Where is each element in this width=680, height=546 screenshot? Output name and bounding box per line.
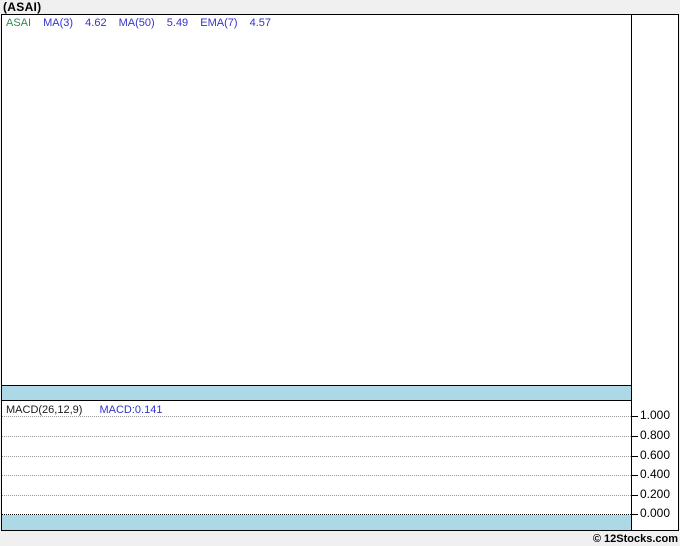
- gridline-0.400: [2, 475, 631, 476]
- ema7-value: 4.57: [249, 17, 272, 29]
- y-axis-label: 0.000: [640, 506, 671, 520]
- ma3-label: MA(3): [43, 17, 74, 29]
- chart-widget: ASAI MA(3) 4.62 MA(50) 5.49 EMA(7) 4.57 …: [1, 14, 679, 531]
- gridline-0.800: [2, 436, 631, 437]
- axis-tick: [631, 416, 638, 417]
- y-axis-label: 0.200: [640, 487, 671, 501]
- gridline-1.000: [2, 416, 631, 417]
- date-axis-band-upper: [2, 385, 631, 401]
- stock-chart-page: (ASAI) ASAI MA(3) 4.62 MA(50) 5.49 EMA(7…: [0, 0, 680, 546]
- axis-tick: [631, 475, 638, 476]
- ma50-label: MA(50): [118, 17, 155, 29]
- footer-credit: © 12Stocks.com: [592, 533, 678, 545]
- indicator-legend: ASAI MA(3) 4.62 MA(50) 5.49 EMA(7) 4.57: [6, 17, 280, 30]
- symbol-label: ASAI: [6, 17, 32, 29]
- axis-tick: [631, 495, 638, 496]
- axis-tick: [631, 514, 638, 515]
- gridline-0.200: [2, 495, 631, 496]
- ma3-value: 4.62: [85, 17, 107, 29]
- ma50-value: 5.49: [166, 17, 189, 29]
- macd-value: MACD:0.141: [99, 404, 163, 416]
- axis-tick: [631, 436, 638, 437]
- panel-divider: [631, 15, 632, 530]
- y-axis-label: 0.800: [640, 428, 671, 442]
- gridline-0.600: [2, 456, 631, 457]
- date-axis-band-lower: [2, 515, 631, 530]
- macd-label: MACD(26,12,9): [6, 404, 83, 416]
- axis-tick: [631, 456, 638, 457]
- page-title: (ASAI): [3, 0, 42, 14]
- y-axis-label: 0.400: [640, 467, 671, 481]
- y-axis-label: 1.000: [640, 408, 671, 422]
- ema7-label: EMA(7): [200, 17, 238, 29]
- y-axis-label: 0.600: [640, 448, 671, 462]
